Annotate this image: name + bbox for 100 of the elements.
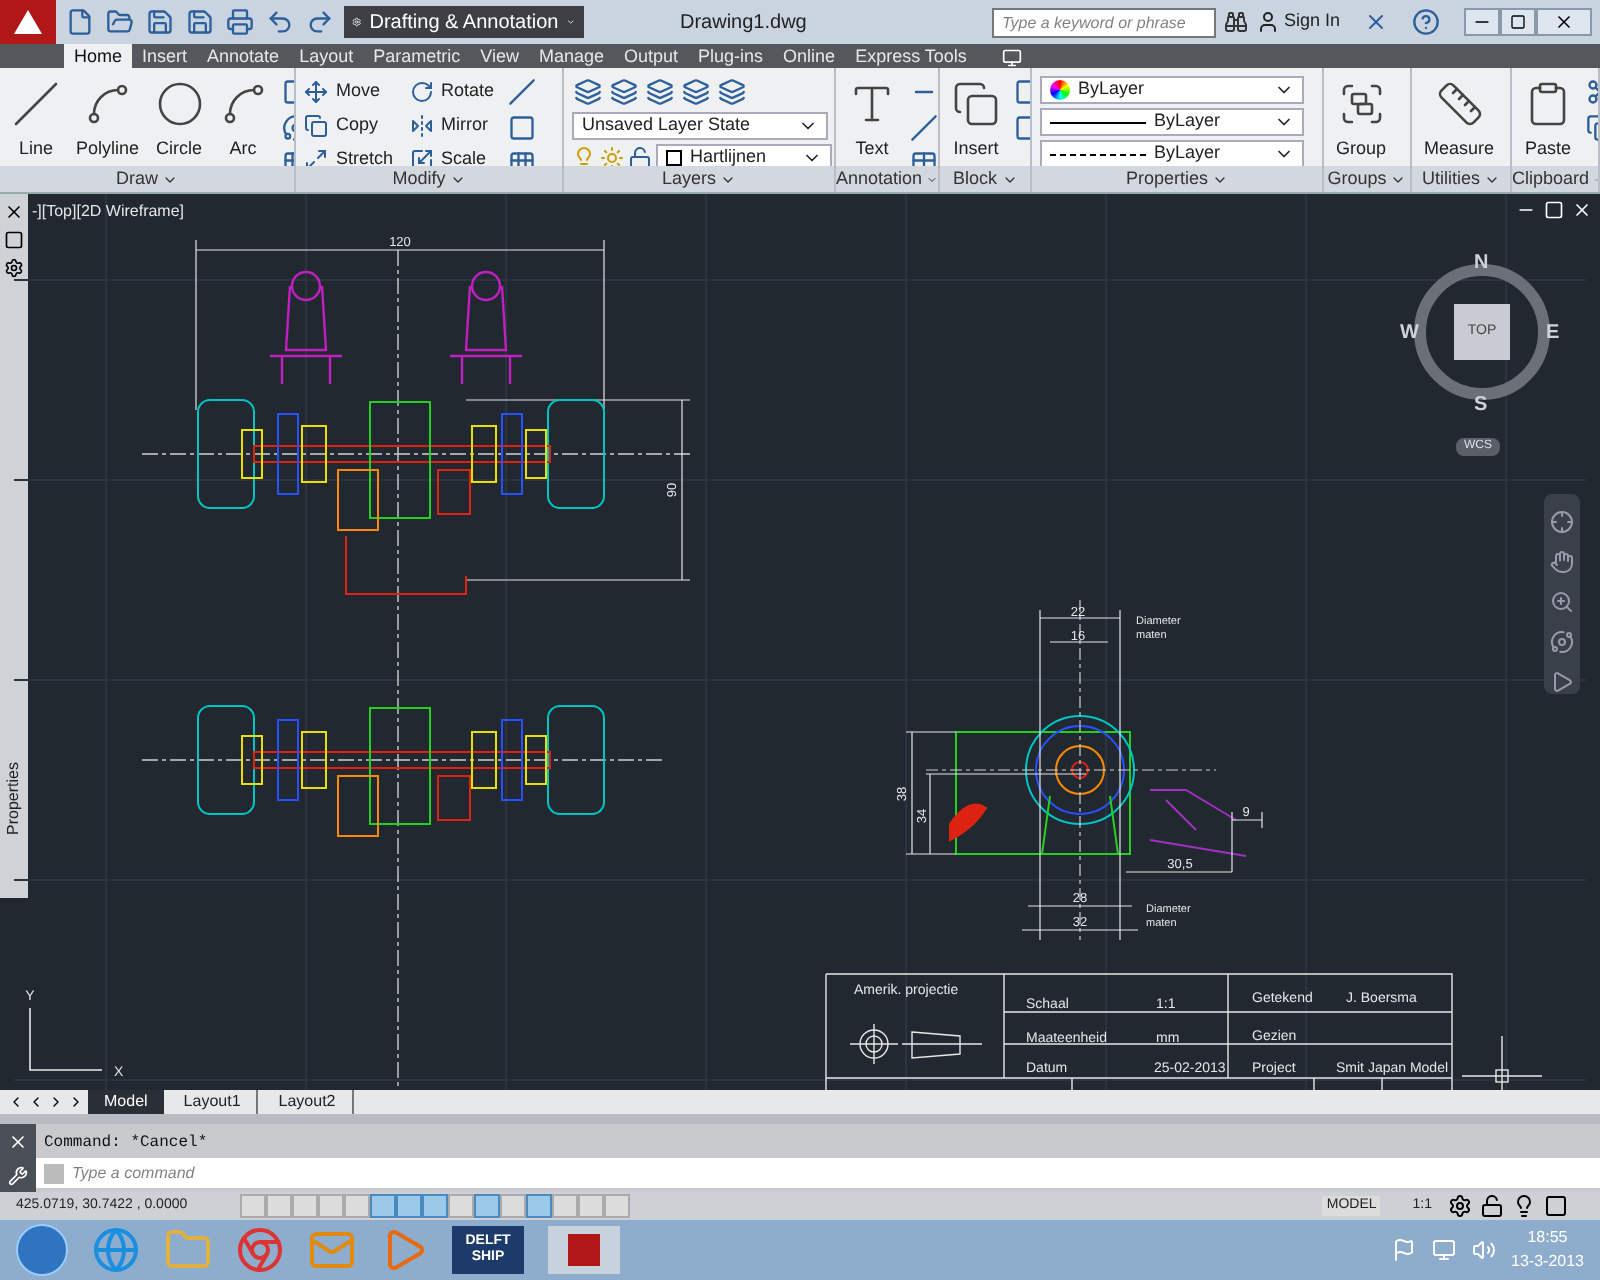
layers-icon[interactable]: [646, 78, 674, 106]
panel-title-bar[interactable]: Block: [940, 166, 1030, 192]
color-dropdown[interactable]: ByLayer: [1040, 76, 1304, 104]
close-button[interactable]: [1536, 8, 1592, 36]
ribbon-tab[interactable]: Manage: [528, 44, 614, 68]
close-icon[interactable]: [4, 202, 24, 222]
showmotion-icon[interactable]: [1550, 670, 1574, 694]
polyline-button[interactable]: Polyline: [72, 76, 144, 160]
panel-title-bar[interactable]: Layers: [564, 166, 834, 192]
new-file-icon[interactable]: [66, 8, 94, 36]
drafting-toggle[interactable]: [448, 1194, 474, 1218]
paste-button[interactable]: Paste: [1520, 76, 1576, 160]
panel-title-bar[interactable]: Modify: [296, 166, 562, 192]
drafting-toggle[interactable]: [500, 1194, 526, 1218]
measure-button[interactable]: Measure: [1420, 76, 1499, 160]
clean-screen-icon[interactable]: [1544, 1194, 1568, 1218]
drafting-toggle[interactable]: [292, 1194, 318, 1218]
panel-title-bar[interactable]: Groups: [1324, 166, 1410, 192]
move-button[interactable]: Move: [304, 76, 394, 106]
leader-icon[interactable]: [910, 114, 938, 142]
start-button[interactable]: [16, 1224, 68, 1276]
panel-title-bar[interactable]: Draw: [0, 166, 294, 192]
rotate-button[interactable]: Rotate: [409, 76, 499, 106]
sign-in-button[interactable]: Sign In: [1255, 8, 1340, 36]
settings-icon[interactable]: [4, 258, 24, 278]
mirror-button[interactable]: Mirror: [409, 110, 499, 140]
zoom-icon[interactable]: [1550, 590, 1574, 614]
trim-icon[interactable]: [508, 78, 537, 106]
pan-icon[interactable]: [1550, 550, 1574, 574]
drafting-toggle[interactable]: [578, 1194, 604, 1218]
autocad-app-icon[interactable]: [548, 1226, 620, 1274]
ribbon-tab[interactable]: Insert: [132, 44, 198, 68]
workspace-dropdown[interactable]: Drafting & Annotation: [344, 6, 584, 38]
ribbon-tab[interactable]: Output: [614, 44, 689, 68]
ribbon-tab[interactable]: Online: [773, 44, 846, 68]
layers-icon[interactable]: [574, 78, 602, 106]
sheet-tab[interactable]: Model: [88, 1090, 164, 1114]
drafting-toggle[interactable]: [396, 1194, 422, 1218]
drafting-toggle[interactable]: [266, 1194, 292, 1218]
copy-button[interactable]: Copy: [304, 110, 394, 140]
drafting-toggle[interactable]: [318, 1194, 344, 1218]
text-button[interactable]: Text: [844, 76, 900, 160]
binoculars-icon[interactable]: [1223, 10, 1248, 34]
layers-icon[interactable]: [682, 78, 710, 106]
palette-tab[interactable]: Properties: [2, 761, 26, 834]
redo-icon[interactable]: [306, 8, 334, 36]
layer-dropdown[interactable]: Hartlijnen: [656, 144, 832, 166]
drafting-toggle[interactable]: [552, 1194, 578, 1218]
layer-state-dropdown[interactable]: Unsaved Layer State: [572, 112, 828, 140]
maximize-icon[interactable]: [1544, 200, 1564, 220]
close-icon[interactable]: [8, 1131, 28, 1151]
drafting-toggle[interactable]: [422, 1194, 448, 1218]
fillet-icon[interactable]: [508, 114, 537, 142]
search-field[interactable]: Type a keyword or phrase: [991, 7, 1216, 37]
line-button[interactable]: Line: [8, 76, 64, 160]
arc-button[interactable]: Arc: [215, 76, 272, 160]
scale-button[interactable]: Scale: [409, 144, 499, 166]
group-button[interactable]: Group: [1332, 76, 1391, 160]
steering-wheel-icon[interactable]: [1550, 510, 1574, 534]
viewport-label[interactable]: -][Top][2D Wireframe]: [32, 200, 185, 224]
layers-icon[interactable]: [610, 78, 638, 106]
drafting-toggle[interactable]: [474, 1194, 500, 1218]
palette-icon[interactable]: [4, 230, 24, 250]
layers-icon[interactable]: [718, 78, 746, 106]
first-tab-icon[interactable]: [8, 1094, 24, 1110]
orbit-icon[interactable]: [1550, 630, 1574, 654]
lightbulb-icon[interactable]: [1512, 1194, 1536, 1218]
stretch-button[interactable]: Stretch: [304, 144, 394, 166]
close-icon[interactable]: [1572, 200, 1592, 220]
panel-toggle-icon[interactable]: [1000, 48, 1025, 68]
ribbon-tab[interactable]: Express Tools: [845, 44, 977, 68]
open-folder-icon[interactable]: [106, 8, 134, 36]
help-icon[interactable]: [1412, 8, 1440, 36]
wrench-icon[interactable]: [8, 1165, 28, 1185]
drafting-toggle[interactable]: [344, 1194, 370, 1218]
undo-icon[interactable]: [266, 8, 294, 36]
last-tab-icon[interactable]: [68, 1094, 84, 1110]
previous-tab-icon[interactable]: [28, 1094, 44, 1110]
save-icon[interactable]: [146, 8, 174, 36]
save-as-icon[interactable]: [186, 8, 214, 36]
insert-button[interactable]: Insert: [948, 76, 1004, 160]
ribbon-tab[interactable]: Annotate: [197, 44, 290, 68]
maximize-button[interactable]: [1500, 8, 1536, 36]
lineweight-dropdown[interactable]: ByLayer: [1040, 108, 1304, 136]
lock-open-icon[interactable]: [1480, 1194, 1504, 1218]
command-input[interactable]: Type a command: [72, 1158, 1600, 1188]
minimize-button[interactable]: [1464, 8, 1500, 36]
next-tab-icon[interactable]: [48, 1094, 64, 1110]
ribbon-tab[interactable]: Plug-ins: [688, 44, 774, 68]
panel-title-bar[interactable]: Utilities: [1412, 166, 1510, 192]
ribbon-tab[interactable]: View: [470, 44, 529, 68]
panel-title-bar[interactable]: Properties: [1032, 166, 1322, 192]
ribbon-tab[interactable]: Parametric: [363, 44, 471, 68]
linetype-dropdown[interactable]: ByLayer: [1040, 140, 1304, 166]
ribbon-tab[interactable]: Home: [64, 44, 133, 68]
ribbon-tab[interactable]: Layout: [289, 44, 364, 68]
print-icon[interactable]: [226, 8, 254, 36]
circle-button[interactable]: Circle: [151, 76, 208, 160]
settings-icon[interactable]: [1448, 1194, 1472, 1218]
drafting-toggle[interactable]: [526, 1194, 552, 1218]
